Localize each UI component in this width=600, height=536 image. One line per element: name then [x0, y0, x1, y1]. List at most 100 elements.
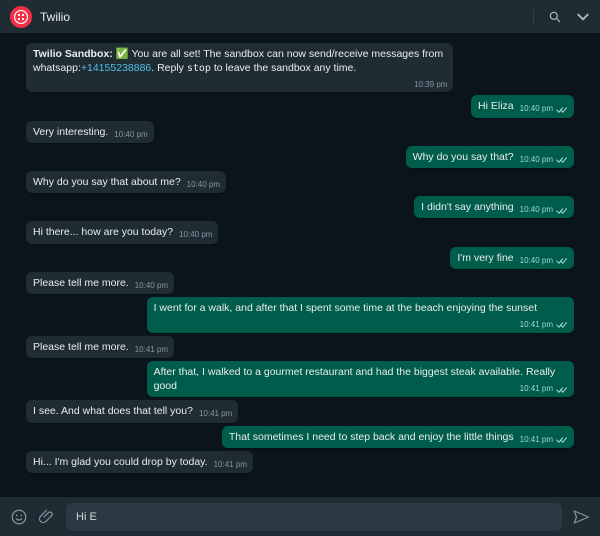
message-time: 10:41 pm	[520, 435, 553, 446]
message-outgoing: I didn't say anything 10:40 pm	[26, 196, 574, 218]
message-bubble[interactable]: I see. And what does that tell you?10:41…	[26, 400, 238, 422]
search-button[interactable]	[548, 10, 562, 24]
emoji-button[interactable]	[10, 508, 28, 526]
message-input-wrap	[66, 503, 562, 531]
attach-button[interactable]	[38, 508, 56, 526]
chat-header: Twilio	[0, 0, 600, 34]
message-meta: 10:41 pm	[520, 435, 568, 446]
message-bubble[interactable]: Please tell me more. 10:40 pm	[26, 272, 174, 294]
header-actions	[533, 9, 590, 25]
message-meta: 10:40 pm	[520, 104, 568, 115]
message-text: Hi Eliza	[478, 100, 514, 112]
message-bubble[interactable]: I'm very fine 10:40 pm	[450, 247, 574, 269]
message-meta: 10:41 pm	[199, 409, 232, 420]
read-ticks-icon	[556, 257, 568, 265]
twilio-logo-icon	[14, 10, 28, 24]
message-time: 10:40 pm	[520, 205, 553, 216]
search-icon	[548, 10, 562, 24]
message-incoming: Hi there... how are you today? 10:40 pm	[26, 221, 574, 243]
header-divider	[533, 9, 534, 25]
message-time: 10:41 pm	[214, 460, 247, 471]
read-ticks-icon	[556, 207, 568, 215]
message-time: 10:40 pm	[135, 281, 168, 292]
message-time: 10:40 pm	[179, 230, 212, 241]
message-bubble[interactable]: Hi there... how are you today? 10:40 pm	[26, 221, 218, 243]
send-icon	[572, 508, 590, 526]
menu-button[interactable]	[576, 10, 590, 24]
message-incoming: Why do you say that about me? 10:40 pm	[26, 171, 574, 193]
message-bubble[interactable]: That sometimes I need to step back and e…	[222, 426, 574, 448]
message-bubble[interactable]: After that, I walked to a gourmet restau…	[147, 361, 574, 397]
read-ticks-icon	[556, 106, 568, 114]
message-bubble[interactable]: I didn't say anything 10:40 pm	[414, 196, 574, 218]
message-text: I went for a walk, and after that I spen…	[154, 302, 537, 314]
message-text: Very interesting.	[33, 126, 108, 138]
message-outgoing: I went for a walk, and after that I spen…	[26, 297, 574, 333]
message-meta: 10:40 pm	[520, 256, 568, 267]
message-time: 10:41 pm	[520, 320, 553, 331]
message-time: 10:40 pm	[187, 180, 220, 191]
paperclip-icon	[38, 508, 56, 526]
message-text: Hi... I'm glad you could drop by today.	[33, 456, 208, 468]
contact-title[interactable]: Twilio	[40, 10, 533, 24]
message-text: I'm very fine	[457, 252, 513, 264]
read-ticks-icon	[556, 436, 568, 444]
message-incoming: Please tell me more. 10:40 pm	[26, 272, 574, 294]
message-text: After that, I walked to a gourmet restau…	[154, 366, 556, 392]
chevron-down-icon	[576, 10, 590, 24]
message-outgoing: Why do you say that?10:40 pm	[26, 146, 574, 168]
chat-scroll-area[interactable]: Twilio Sandbox: ✅ You are all set! The s…	[0, 34, 600, 496]
message-text: Please tell me more.	[33, 277, 129, 289]
smiley-icon	[10, 508, 28, 526]
read-ticks-icon	[556, 156, 568, 164]
message-outgoing: That sometimes I need to step back and e…	[26, 426, 574, 448]
message-meta: 10:41 pm	[520, 384, 568, 395]
message-meta: 10:40 pm	[135, 281, 168, 292]
message-meta: 10:40 pm	[114, 130, 147, 141]
message-input[interactable]	[76, 511, 552, 523]
message-time: 10:40 pm	[520, 256, 553, 267]
message-meta: 10:41 pm	[520, 320, 568, 331]
message-outgoing: I'm very fine 10:40 pm	[26, 247, 574, 269]
message-outgoing: After that, I walked to a gourmet restau…	[26, 361, 574, 397]
message-bubble[interactable]: Why do you say that?10:40 pm	[406, 146, 574, 168]
message-bubble[interactable]: Why do you say that about me? 10:40 pm	[26, 171, 226, 193]
message-text: to leave the sandbox any time.	[211, 62, 356, 74]
message-meta: 10:40 pm	[520, 205, 568, 216]
composer-bar	[0, 496, 600, 536]
message-time: 10:41 pm	[135, 345, 168, 356]
app-root: Twilio Twilio Sandbox: ✅ You are all set…	[0, 0, 600, 536]
message-meta: 10:40 pm	[179, 230, 212, 241]
message-time: 10:40 pm	[520, 104, 553, 115]
code-text: stop	[187, 63, 211, 74]
message-time: 10:40 pm	[114, 130, 147, 141]
message-incoming: Very interesting. 10:40 pm	[26, 121, 574, 143]
read-ticks-icon	[556, 321, 568, 329]
message-meta: 10:41 pm	[135, 345, 168, 356]
message-sender: Twilio Sandbox:	[33, 48, 113, 60]
message-bubble[interactable]: Please tell me more. 10:41 pm	[26, 336, 174, 358]
message-bubble[interactable]: I went for a walk, and after that I spen…	[147, 297, 574, 333]
message-outgoing: Hi Eliza 10:40 pm	[26, 95, 574, 117]
message-time: 10:40 pm	[520, 155, 553, 166]
message-bubble[interactable]: Hi Eliza 10:40 pm	[471, 95, 574, 117]
message-meta: 10:40 pm	[187, 180, 220, 191]
send-button[interactable]	[572, 508, 590, 526]
message-text: That sometimes I need to step back and e…	[229, 431, 514, 443]
message-text: Why do you say that about me?	[33, 176, 181, 188]
message-incoming: Hi... I'm glad you could drop by today. 1…	[26, 451, 574, 473]
contact-avatar[interactable]	[10, 6, 32, 28]
message-text: . Reply	[151, 62, 187, 74]
message-bubble[interactable]: Twilio Sandbox: ✅ You are all set! The s…	[26, 43, 453, 92]
message-time: 10:41 pm	[520, 384, 553, 395]
message-incoming: Please tell me more. 10:41 pm	[26, 336, 574, 358]
message-bubble[interactable]: Very interesting. 10:40 pm	[26, 121, 154, 143]
message-incoming: Twilio Sandbox: ✅ You are all set! The s…	[26, 43, 574, 92]
message-text: I didn't say anything	[421, 201, 513, 213]
message-text: Please tell me more.	[33, 341, 129, 353]
phone-link[interactable]: +14155238886	[81, 62, 151, 74]
message-bubble[interactable]: Hi... I'm glad you could drop by today. 1…	[26, 451, 253, 473]
message-time: 10:39 pm	[33, 80, 447, 91]
message-text: Hi there... how are you today?	[33, 226, 173, 238]
message-meta: 10:41 pm	[214, 460, 247, 471]
